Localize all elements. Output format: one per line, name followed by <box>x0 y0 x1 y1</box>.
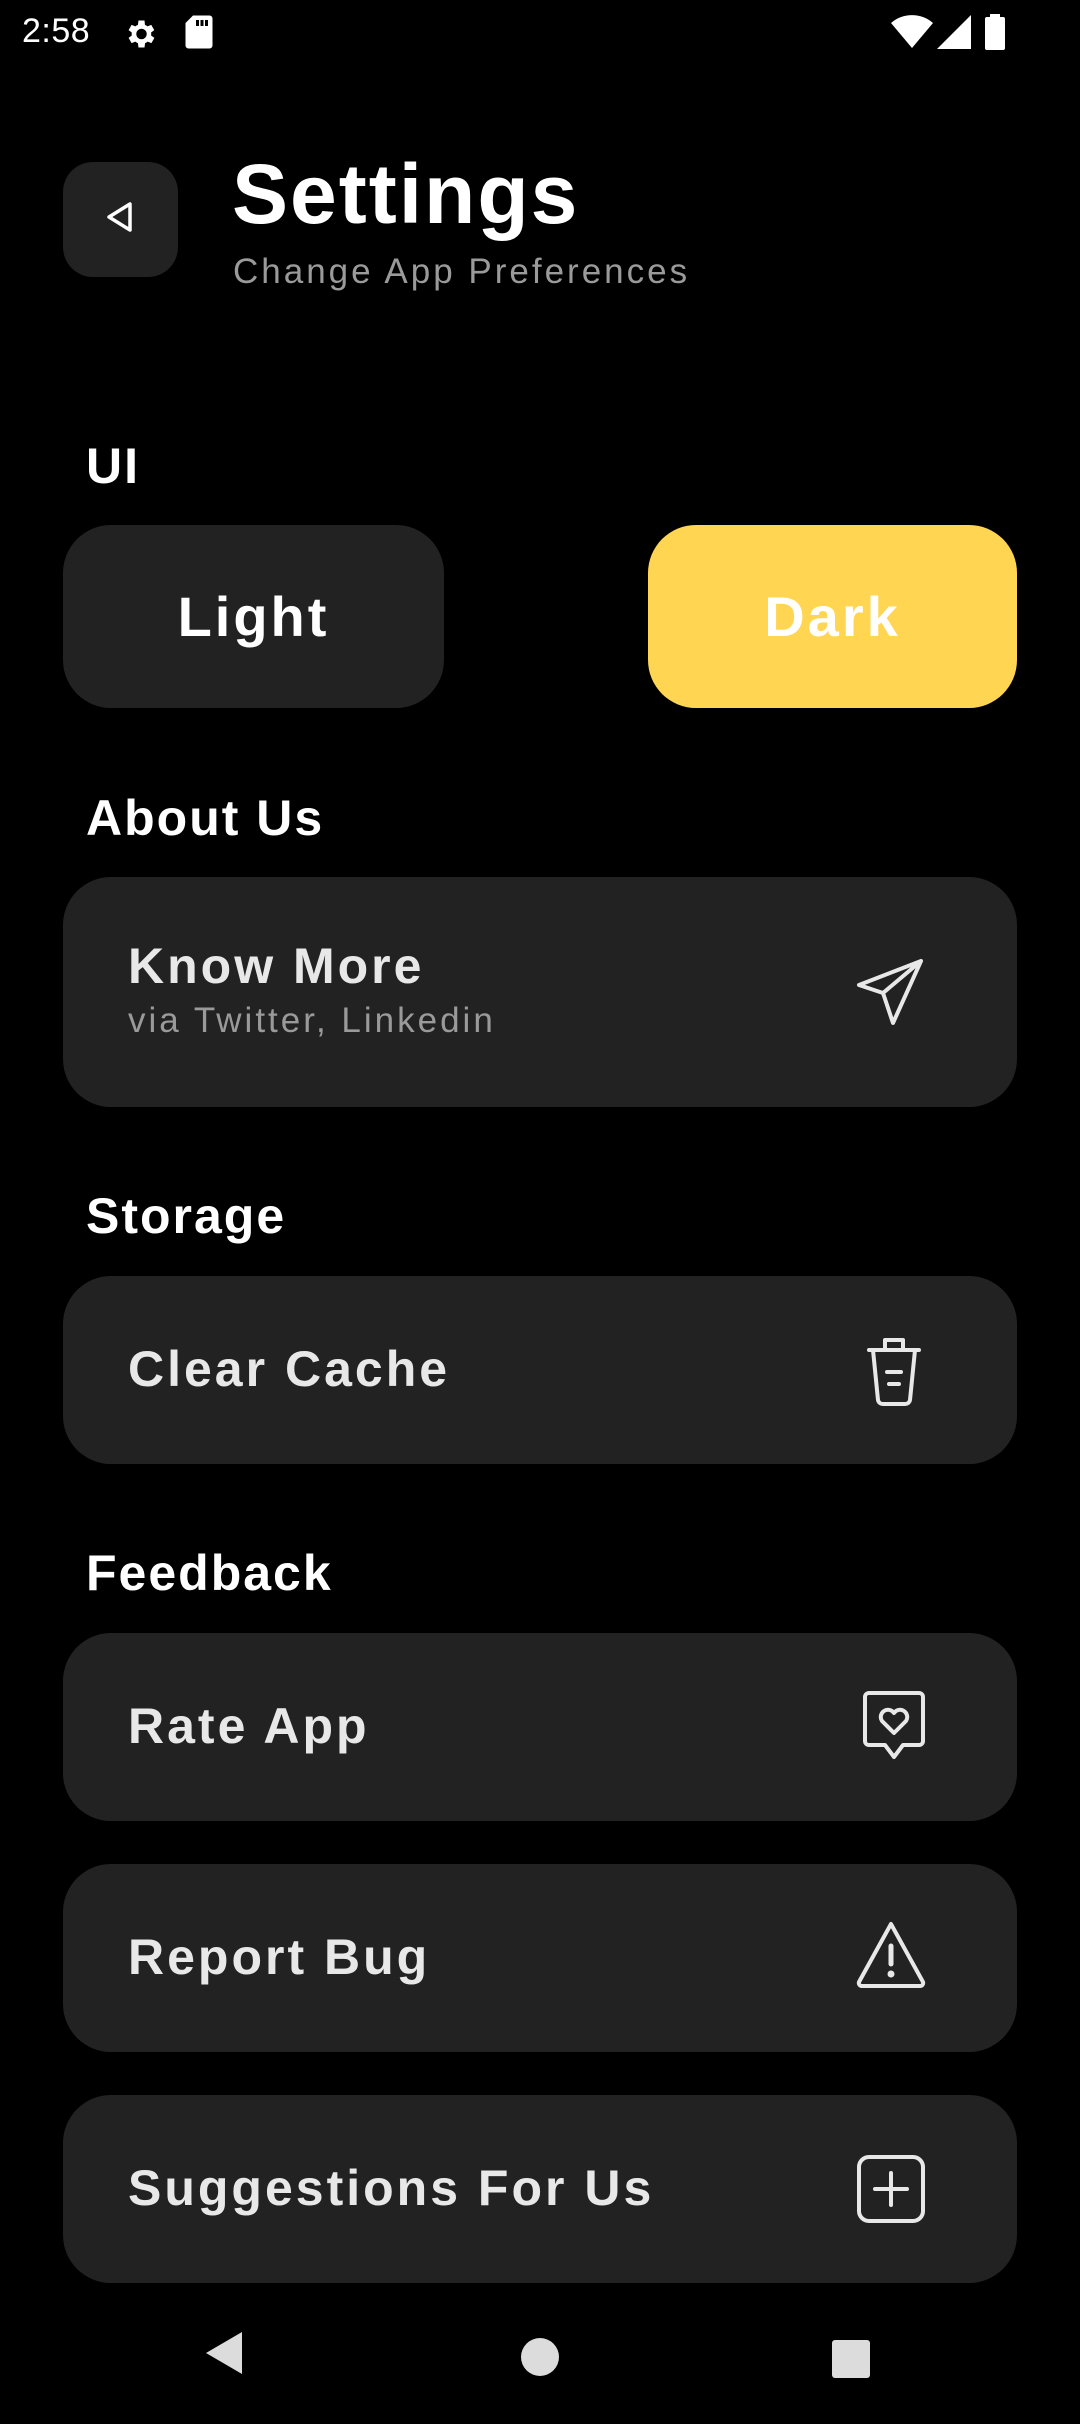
battery-icon <box>984 14 1006 55</box>
clear-cache-card[interactable]: Clear Cache <box>63 1276 1017 1464</box>
nav-back-icon[interactable] <box>204 2330 244 2381</box>
dark-theme-button[interactable]: Dark <box>648 525 1017 708</box>
status-time: 2:58 <box>22 12 91 50</box>
report-bug-label: Report Bug <box>128 1929 431 1985</box>
wifi-icon <box>890 14 934 55</box>
rate-app-label: Rate App <box>128 1698 370 1754</box>
cellular-signal-icon <box>936 14 972 55</box>
clear-cache-label: Clear Cache <box>128 1341 451 1397</box>
trash-icon <box>861 1332 927 1413</box>
know-more-card[interactable]: Know More via Twitter, Linkedin <box>63 877 1017 1107</box>
know-more-label: Know More <box>128 938 425 994</box>
back-button[interactable] <box>63 162 178 277</box>
sd-card-icon <box>184 14 214 55</box>
nav-recents-icon[interactable] <box>831 2339 871 2384</box>
plus-square-icon <box>855 2153 927 2230</box>
warning-triangle-icon <box>855 1920 927 1995</box>
suggestions-label: Suggestions For Us <box>128 2160 655 2216</box>
send-icon <box>855 957 927 1034</box>
know-more-subtitle: via Twitter, Linkedin <box>128 1001 496 1040</box>
light-theme-button[interactable]: Light <box>63 525 444 708</box>
suggestions-card[interactable]: Suggestions For Us <box>63 2095 1017 2283</box>
section-heading-ui: UI <box>86 438 140 494</box>
section-heading-about: About Us <box>86 790 325 846</box>
report-bug-card[interactable]: Report Bug <box>63 1864 1017 2052</box>
back-arrow-icon <box>101 197 141 242</box>
section-heading-storage: Storage <box>86 1188 287 1244</box>
heart-badge-icon <box>861 1689 927 1766</box>
section-heading-feedback: Feedback <box>86 1545 333 1601</box>
rate-app-card[interactable]: Rate App <box>63 1633 1017 1821</box>
page-title: Settings <box>232 147 580 241</box>
settings-gear-icon <box>122 16 158 57</box>
page-subtitle: Change App Preferences <box>233 252 691 291</box>
nav-home-icon[interactable] <box>520 2337 560 2382</box>
